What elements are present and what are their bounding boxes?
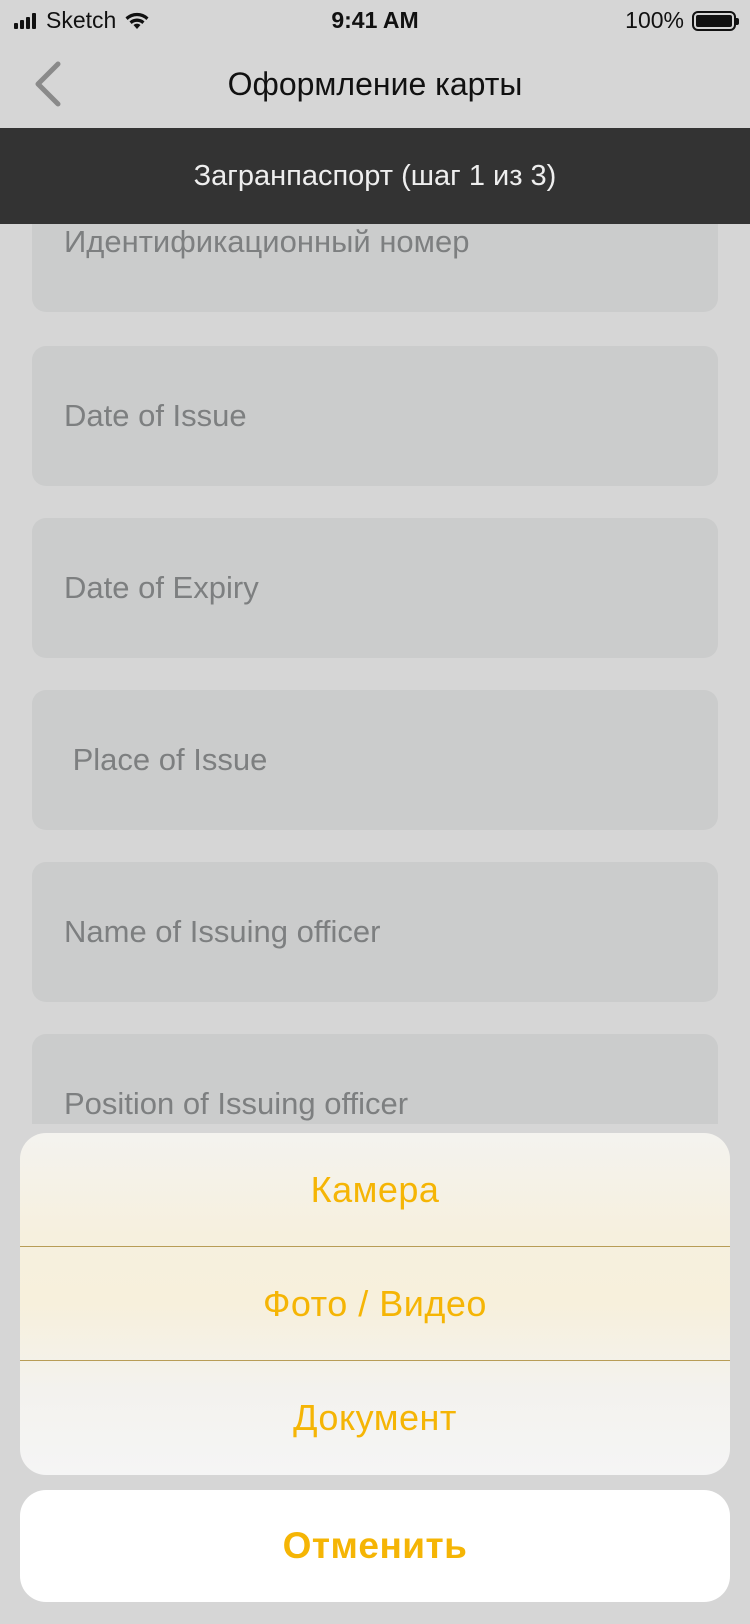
issuing-officer-position-field[interactable]: Position of Issuing officer (32, 1034, 718, 1124)
place-of-issue-field[interactable]: Place of Issue (32, 690, 718, 830)
photo-video-option[interactable]: Фото / Видео (20, 1247, 730, 1360)
document-option[interactable]: Документ (20, 1361, 730, 1474)
status-bar: Sketch 9:41 AM 100% (0, 0, 750, 40)
page-title: Оформление карты (227, 66, 523, 102)
step-banner: Загранпаспорт (шаг 1 из 3) (0, 128, 750, 224)
cancel-button[interactable]: Отменить (20, 1490, 730, 1602)
action-sheet: Камера Фото / Видео Документ (20, 1133, 730, 1475)
passport-form: Идентификационный номер Date of Issue Da… (0, 224, 750, 1124)
navigation-bar: Оформление карты (0, 40, 750, 128)
status-right: 100% (625, 7, 739, 34)
issuing-officer-name-field[interactable]: Name of Issuing officer (32, 862, 718, 1002)
battery-icon (692, 10, 739, 31)
camera-option[interactable]: Камера (20, 1133, 730, 1246)
id-number-field[interactable]: Идентификационный номер (32, 224, 718, 312)
date-of-issue-field[interactable]: Date of Issue (32, 346, 718, 486)
date-of-expiry-field[interactable]: Date of Expiry (32, 518, 718, 658)
battery-percent: 100% (625, 7, 684, 33)
